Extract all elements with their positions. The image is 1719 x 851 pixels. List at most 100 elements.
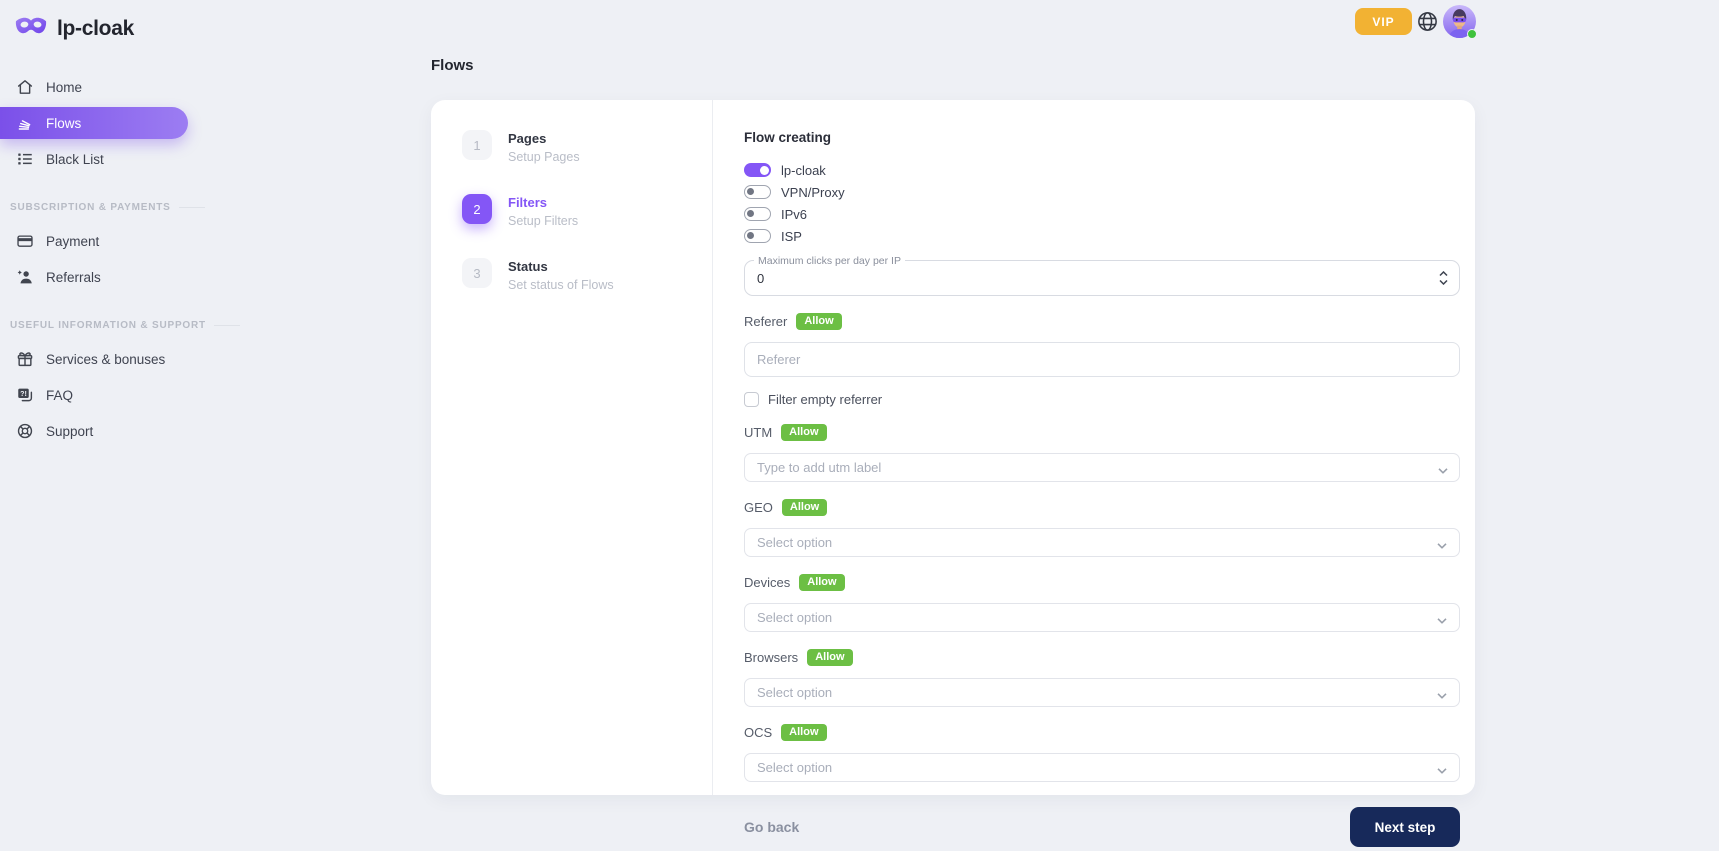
step-subtitle: Setup Pages xyxy=(508,150,580,164)
gift-icon xyxy=(15,350,34,369)
faq-icon: ?! xyxy=(15,386,34,405)
sidebar-item-label: Referrals xyxy=(46,270,101,285)
allow-badge[interactable]: Allow xyxy=(782,499,827,516)
max-clicks-field: Maximum clicks per day per IP xyxy=(744,260,1460,296)
step-title: Status xyxy=(508,258,614,274)
group-head: Devices Allow xyxy=(744,574,1460,591)
sidebar-item-payment[interactable]: Payment xyxy=(0,225,220,257)
caret-down-icon xyxy=(1437,535,1447,553)
checkbox-box[interactable] xyxy=(744,392,759,407)
checkbox-label: Filter empty referrer xyxy=(768,392,882,407)
toggle-ipv6[interactable]: IPv6 xyxy=(744,203,1460,225)
wizard-step-2[interactable]: 2 Filters Setup Filters xyxy=(462,194,712,228)
browsers-select[interactable]: Select option xyxy=(744,678,1460,707)
select-placeholder: Select option xyxy=(757,610,832,625)
sidebar-item-referrals[interactable]: Referrals xyxy=(0,261,220,293)
svg-text:?!: ?! xyxy=(20,390,27,398)
group-referer: RefererAllow Filter empty referrer xyxy=(744,313,1460,407)
allow-badge[interactable]: Allow xyxy=(796,313,841,330)
group-head: GEOAllow xyxy=(744,499,1460,516)
group-devices: Devices Allow Select option xyxy=(744,574,1460,632)
sidebar-section-label: SUBSCRIPTION & PAYMENTS xyxy=(0,202,220,213)
toggle-lp-cloak[interactable]: lp-cloak xyxy=(744,159,1460,181)
sidebar-item-flows[interactable]: Flows xyxy=(0,107,188,139)
group-head: RefererAllow xyxy=(744,313,1460,330)
brand-name: lp-cloak xyxy=(57,17,134,41)
toggle-label: lp-cloak xyxy=(781,163,826,178)
devices-select[interactable]: Select option xyxy=(744,603,1460,632)
caret-down-icon xyxy=(1437,760,1447,778)
referer-input[interactable] xyxy=(744,342,1460,377)
utm-combo xyxy=(744,453,1460,482)
vip-button[interactable]: VIP xyxy=(1355,8,1412,35)
toggle-isp[interactable]: ISP xyxy=(744,225,1460,247)
toggle-vpn-proxy[interactable]: VPN/Proxy xyxy=(744,181,1460,203)
sidebar-item-label: FAQ xyxy=(46,388,73,403)
filter-empty-referrer-checkbox[interactable]: Filter empty referrer xyxy=(744,392,1460,407)
utm-input[interactable] xyxy=(744,453,1460,482)
online-status-dot xyxy=(1467,29,1477,39)
group-utm: UTM Allow xyxy=(744,424,1460,482)
mask-logo-icon xyxy=(14,15,48,43)
flow-card: 1PagesSetup Pages2FiltersSetup Filters3S… xyxy=(431,100,1475,795)
toggle-label: IPv6 xyxy=(781,207,807,222)
toggle-list: lp-cloak VPN/Proxy IPv6 ISP xyxy=(744,159,1460,247)
globe-icon[interactable] xyxy=(1416,10,1439,33)
group-label: Devices xyxy=(744,575,790,590)
avatar[interactable] xyxy=(1443,5,1476,38)
filter-groups: RefererAllow Filter empty referrer UTM Allo… xyxy=(744,313,1460,782)
sidebar-item-services-bonuses[interactable]: Services & bonuses xyxy=(0,343,220,375)
select-placeholder: Select option xyxy=(757,685,832,700)
allow-badge[interactable]: Allow xyxy=(781,424,826,441)
group-head: BrowsersAllow xyxy=(744,649,1460,666)
step-title: Filters xyxy=(508,194,578,210)
ocs-select[interactable]: Select option xyxy=(744,753,1460,782)
select-placeholder: Select option xyxy=(757,535,832,550)
next-step-button[interactable]: Next step xyxy=(1350,807,1460,847)
flows-icon xyxy=(15,114,34,133)
toggle-switch[interactable] xyxy=(744,185,771,199)
group-head: OCS Allow xyxy=(744,724,1460,741)
allow-badge[interactable]: Allow xyxy=(781,724,826,741)
step-number: 1 xyxy=(462,130,492,160)
caret-down-icon[interactable] xyxy=(1438,460,1448,478)
sidebar-item-label: Home xyxy=(46,80,82,95)
toggle-label: VPN/Proxy xyxy=(781,185,845,200)
caret-down-icon xyxy=(1437,610,1447,628)
flow-form: Flow creating lp-cloak VPN/Proxy IPv6 ISP M… xyxy=(713,100,1475,795)
step-text: Status Set status of Flows xyxy=(508,258,614,292)
wizard-steps: 1PagesSetup Pages2FiltersSetup Filters3S… xyxy=(431,100,713,795)
step-subtitle: Set status of Flows xyxy=(508,278,614,292)
step-number: 2 xyxy=(462,194,492,224)
support-icon xyxy=(15,422,34,441)
sidebar-item-support[interactable]: Support xyxy=(0,415,220,447)
step-subtitle: Setup Filters xyxy=(508,214,578,228)
go-back-button[interactable]: Go back xyxy=(744,819,799,835)
step-text: Filters Setup Filters xyxy=(508,194,578,228)
form-title: Flow creating xyxy=(744,130,1460,145)
black-list-icon xyxy=(15,150,34,169)
caret-down-icon xyxy=(1437,685,1447,703)
max-clicks-input[interactable] xyxy=(745,271,1439,286)
toggle-switch[interactable] xyxy=(744,229,771,243)
geo-select[interactable]: Select option xyxy=(744,528,1460,557)
allow-badge[interactable]: Allow xyxy=(799,574,844,591)
group-label: OCS xyxy=(744,725,772,740)
wizard-step-3[interactable]: 3StatusSet status of Flows xyxy=(462,258,712,292)
brand[interactable]: lp-cloak xyxy=(0,0,220,49)
toggle-switch[interactable] xyxy=(744,163,771,177)
wizard-step-1[interactable]: 1 Pages Setup Pages xyxy=(462,130,712,164)
page-title: Flows xyxy=(431,57,474,74)
toggle-switch[interactable] xyxy=(744,207,771,221)
allow-badge[interactable]: Allow xyxy=(807,649,852,666)
group-ocs: OCS Allow Select option xyxy=(744,724,1460,782)
group-label: UTM xyxy=(744,425,772,440)
sidebar-item-faq[interactable]: ?! FAQ xyxy=(0,379,220,411)
sidebar-item-black-list[interactable]: Black List xyxy=(0,143,220,175)
stepper-icon[interactable] xyxy=(1439,271,1448,285)
step-title: Pages xyxy=(508,130,580,146)
toggle-label: ISP xyxy=(781,229,802,244)
select-placeholder: Select option xyxy=(757,760,832,775)
sidebar-item-home[interactable]: Home xyxy=(0,71,220,103)
sidebar-item-label: Black List xyxy=(46,152,104,167)
